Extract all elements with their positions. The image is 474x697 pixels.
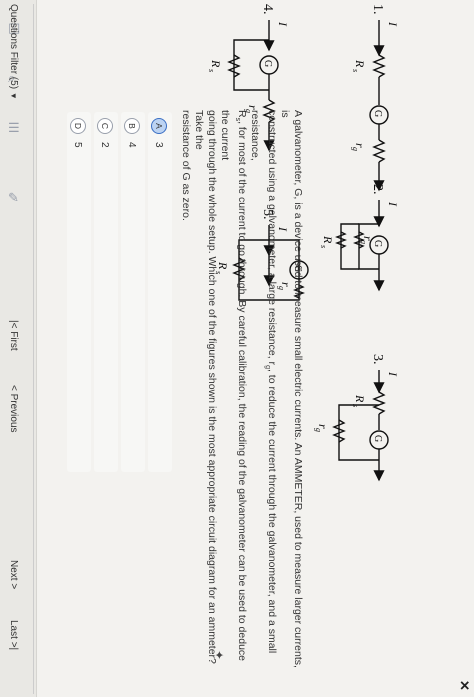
first-label: First: [8, 331, 19, 351]
last-button[interactable]: Last >|: [8, 620, 19, 650]
current-label: I: [276, 21, 290, 27]
option-b[interactable]: B 4: [124, 118, 140, 148]
galvanometer-label: G: [372, 110, 383, 117]
report-flag-icon[interactable]: ✦: [212, 650, 226, 660]
option-d[interactable]: D 5: [70, 118, 86, 148]
question-text-segment: R: [235, 110, 248, 118]
rs-label: R: [353, 394, 367, 403]
rg-subscript: g: [351, 147, 360, 151]
figure-label-2: 2.: [370, 184, 385, 195]
figure-label-4: 4.: [260, 4, 275, 15]
question-line: going through the whole setup. Which one…: [192, 110, 218, 664]
last-page-icon: >|: [8, 641, 19, 651]
rs-subscript: s: [351, 404, 360, 407]
option-b-radio[interactable]: B: [124, 118, 140, 134]
current-label: I: [386, 21, 400, 27]
next-icon: >: [8, 583, 19, 590]
option-row-d[interactable]: [67, 112, 91, 472]
rs-subscript: s: [207, 69, 216, 72]
current-label: I: [386, 201, 400, 207]
option-d-label: 5: [72, 142, 84, 148]
rs-subscript: s: [319, 245, 328, 248]
next-button[interactable]: Next >: [8, 560, 19, 589]
galvanometer-label: G: [372, 435, 383, 442]
current-label: I: [386, 371, 400, 377]
option-c-label: 2: [99, 142, 111, 148]
option-d-radio[interactable]: D: [70, 118, 86, 134]
option-row-b[interactable]: [121, 112, 145, 472]
first-page-icon: |<: [8, 320, 19, 329]
question-line: A galvanometer, G, is a device used to m…: [279, 110, 304, 668]
rg-subscript: g: [314, 428, 323, 432]
option-row-a[interactable]: [148, 112, 172, 472]
option-row-c[interactable]: [94, 112, 118, 472]
question-text-segment: constructed using a galvanometer, a larg…: [266, 110, 278, 366]
filter-dropdown-icon: ▼: [9, 91, 18, 100]
question-line: resistance of G as zero.: [179, 110, 192, 221]
previous-icon: <: [8, 385, 19, 391]
close-icon[interactable]: ✕: [456, 680, 472, 691]
footer-divider: [33, 4, 34, 694]
galvanometer-label: G: [262, 60, 273, 67]
previous-label: Previous: [8, 393, 19, 433]
option-a[interactable]: A 3: [151, 118, 167, 148]
option-a-label: 3: [153, 142, 165, 148]
rs-subscript: s: [351, 69, 360, 72]
option-a-radio[interactable]: A: [151, 118, 167, 134]
next-label: Next: [8, 560, 19, 581]
rs-label: R: [353, 59, 367, 68]
rs-label: R: [321, 235, 335, 244]
question-text: A galvanometer, G, is a device used to m…: [179, 110, 304, 670]
galvanometer-label: G: [372, 240, 383, 247]
rs-label: R: [209, 59, 223, 68]
first-button[interactable]: |< First: [8, 320, 19, 351]
figure-label-3: 3.: [370, 354, 385, 365]
figure-label-1: 1.: [370, 4, 385, 15]
question-line: constructed using a galvanometer, a larg…: [248, 110, 278, 670]
question-line: Rs, for most of the current to go throug…: [218, 110, 248, 670]
previous-button[interactable]: < Previous: [8, 385, 19, 433]
questions-filter-label: Questions Filter (5): [8, 4, 19, 90]
question-text-segment: , for most of the current to go through.…: [218, 110, 248, 662]
option-c-radio[interactable]: C: [97, 118, 113, 134]
last-label: Last: [8, 620, 19, 639]
question-panel: 1. 2. 3. 4. 5. I I I I I R s r g r g R s…: [0, 0, 474, 697]
rg-subscript: g: [359, 240, 368, 244]
option-c[interactable]: C 2: [97, 118, 113, 148]
questions-filter[interactable]: Questions Filter (5) ▼: [8, 4, 19, 100]
option-b-label: 4: [126, 142, 138, 148]
